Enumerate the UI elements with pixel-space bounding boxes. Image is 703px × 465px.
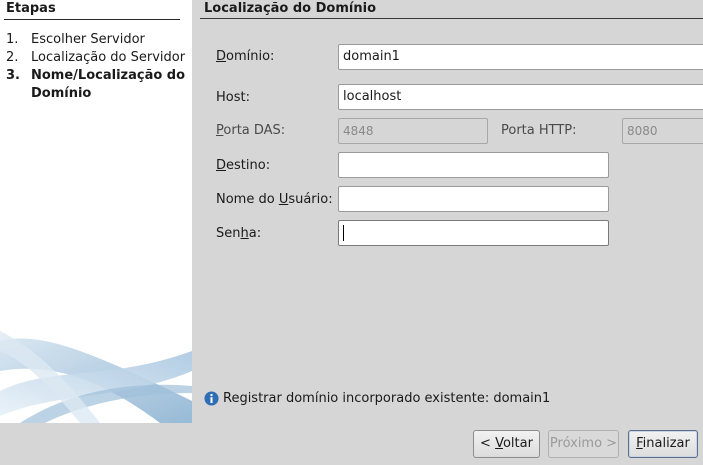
password-label: Senha: xyxy=(216,226,262,241)
info-icon xyxy=(204,391,219,406)
destination-label: Destino: xyxy=(216,158,271,173)
username-label: Nome do Usuário: xyxy=(216,192,333,207)
steps-divider xyxy=(4,19,180,20)
step-label: Nome/Localização do Domínio xyxy=(31,67,185,103)
domain-label: Domínio: xyxy=(216,49,275,64)
steps-panel: Etapas 1. Escolher Servidor 2. Localizaç… xyxy=(0,0,192,423)
info-message: Registrar domínio incorporado existente:… xyxy=(204,391,550,406)
username-field[interactable] xyxy=(338,186,609,212)
decorative-swoosh-graphic xyxy=(0,331,192,423)
http-port-field: 8080 xyxy=(622,118,703,144)
step-number: 3. xyxy=(6,68,20,83)
text-caret xyxy=(343,224,344,241)
step-label: Escolher Servidor xyxy=(31,32,145,47)
steps-list: 1. Escolher Servidor 2. Localização do S… xyxy=(6,31,186,103)
host-label: Host: xyxy=(216,90,250,105)
wizard-window: Etapas 1. Escolher Servidor 2. Localizaç… xyxy=(0,0,703,465)
info-text: Registrar domínio incorporado existente:… xyxy=(223,391,551,406)
step-label-line2: Domínio xyxy=(31,86,92,101)
domain-field[interactable]: domain1 xyxy=(338,44,703,70)
destination-field[interactable] xyxy=(338,152,609,178)
das-port-field: 4848 xyxy=(338,118,488,144)
host-field[interactable]: localhost xyxy=(338,84,703,110)
step-item-2: 2. Localização do Servidor xyxy=(6,49,186,67)
page-title: Localização do Domínio xyxy=(204,1,377,16)
password-field[interactable] xyxy=(338,220,609,246)
finish-button[interactable]: Finalizar xyxy=(628,430,698,458)
das-port-label: Porta DAS: xyxy=(216,123,286,138)
step-number: 2. xyxy=(6,50,19,65)
step-item-1: 1. Escolher Servidor xyxy=(6,31,186,49)
step-label: Localização do Servidor xyxy=(31,50,186,65)
step-label-line1: Nome/Localização do xyxy=(31,68,186,83)
next-button[interactable]: Próximo > xyxy=(548,430,619,458)
step-number: 1. xyxy=(6,32,19,47)
steps-title: Etapas xyxy=(6,1,56,16)
back-button[interactable]: < Voltar xyxy=(473,430,540,458)
title-divider xyxy=(200,18,703,19)
http-port-label: Porta HTTP: xyxy=(501,123,577,138)
step-item-3-current: 3. Nome/Localização do Domínio xyxy=(6,67,186,103)
